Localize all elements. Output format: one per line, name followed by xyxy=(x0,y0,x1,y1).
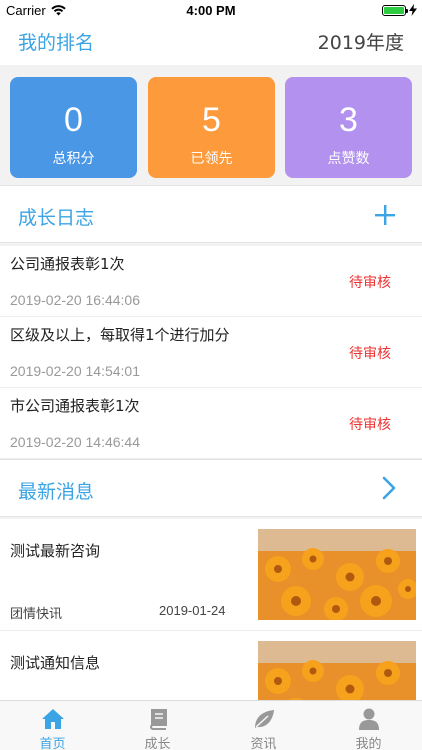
news-thumbnail xyxy=(258,529,416,620)
page-title: 我的排名 xyxy=(18,32,95,54)
home-icon xyxy=(0,708,105,732)
app-screen: Carrier 4:00 PM 我的排名 2019年度 0 总积分 5 已领先 … xyxy=(0,0,422,750)
status-badge: 待审核 xyxy=(349,417,391,433)
log-text: 公司通报表彰1次 xyxy=(10,255,125,273)
plus-icon[interactable] xyxy=(374,200,396,231)
log-text: 市公司通报表彰1次 xyxy=(10,397,140,415)
log-time: 2019-02-20 14:46:44 xyxy=(10,434,140,450)
tab-mine[interactable]: 我的 xyxy=(316,701,421,750)
tab-label: 成长 xyxy=(144,737,171,750)
log-time: 2019-02-20 14:54:01 xyxy=(10,363,140,379)
stat-label: 已领先 xyxy=(190,151,233,167)
status-badge: 待审核 xyxy=(349,346,391,362)
list-item[interactable]: 市公司通报表彰1次 2019-02-20 14:46:44 待审核 xyxy=(0,388,422,459)
list-item[interactable]: 区级及以上，每取得1个进行加分 2019-02-20 14:54:01 待审核 xyxy=(0,317,422,388)
stat-label: 总积分 xyxy=(52,151,95,167)
log-text: 区级及以上，每取得1个进行加分 xyxy=(10,326,230,344)
news-item-title: 测试最新咨询 xyxy=(10,542,101,560)
stat-card-likes[interactable]: 3 点赞数 xyxy=(285,77,412,178)
status-right xyxy=(382,4,417,16)
ranking-header: 我的排名 2019年度 xyxy=(0,20,422,65)
user-icon xyxy=(316,708,421,732)
stat-value: 5 xyxy=(202,101,221,139)
status-time: 4:00 PM xyxy=(186,3,236,18)
stat-card-total-points[interactable]: 0 总积分 xyxy=(10,77,137,178)
log-time: 2019-02-20 16:44:06 xyxy=(10,292,140,308)
stat-label: 点赞数 xyxy=(327,151,370,167)
growth-log-list: 公司通报表彰1次 2019-02-20 16:44:06 待审核 区级及以上，每… xyxy=(0,246,422,459)
book-icon xyxy=(105,708,210,732)
chevron-right-icon[interactable] xyxy=(382,474,396,505)
tab-label: 资讯 xyxy=(250,737,277,750)
tab-bar: 首页 成长 资讯 我的 xyxy=(0,700,422,750)
status-badge: 待审核 xyxy=(349,275,391,291)
news-item-category: 团情快讯 xyxy=(10,607,63,622)
battery-icon xyxy=(382,4,408,16)
stat-card-leading[interactable]: 5 已领先 xyxy=(148,77,275,178)
tab-news[interactable]: 资讯 xyxy=(211,701,316,750)
growth-log-title: 成长日志 xyxy=(18,207,95,229)
tab-home[interactable]: 首页 xyxy=(0,701,105,750)
year-selector[interactable]: 2019年度 xyxy=(318,28,404,55)
news-title: 最新消息 xyxy=(18,481,95,503)
news-item-date: 2019-01-24 xyxy=(159,603,226,618)
stat-value: 3 xyxy=(339,101,358,139)
status-bar: Carrier 4:00 PM xyxy=(0,0,422,20)
stats-cards: 0 总积分 5 已领先 3 点赞数 xyxy=(10,77,412,178)
news-item-title: 测试通知信息 xyxy=(10,654,101,672)
charging-icon xyxy=(409,4,417,16)
tab-label: 我的 xyxy=(355,737,382,750)
news-item[interactable]: 测试最新咨询 团情快讯 2019-01-24 xyxy=(0,519,422,631)
tab-label: 首页 xyxy=(39,737,66,750)
tab-growth[interactable]: 成长 xyxy=(105,701,210,750)
news-header[interactable]: 最新消息 xyxy=(0,459,422,517)
leaf-icon xyxy=(211,708,316,732)
list-item[interactable]: 公司通报表彰1次 2019-02-20 16:44:06 待审核 xyxy=(0,246,422,317)
stat-value: 0 xyxy=(64,101,83,139)
growth-log-header: 成长日志 xyxy=(0,185,422,243)
